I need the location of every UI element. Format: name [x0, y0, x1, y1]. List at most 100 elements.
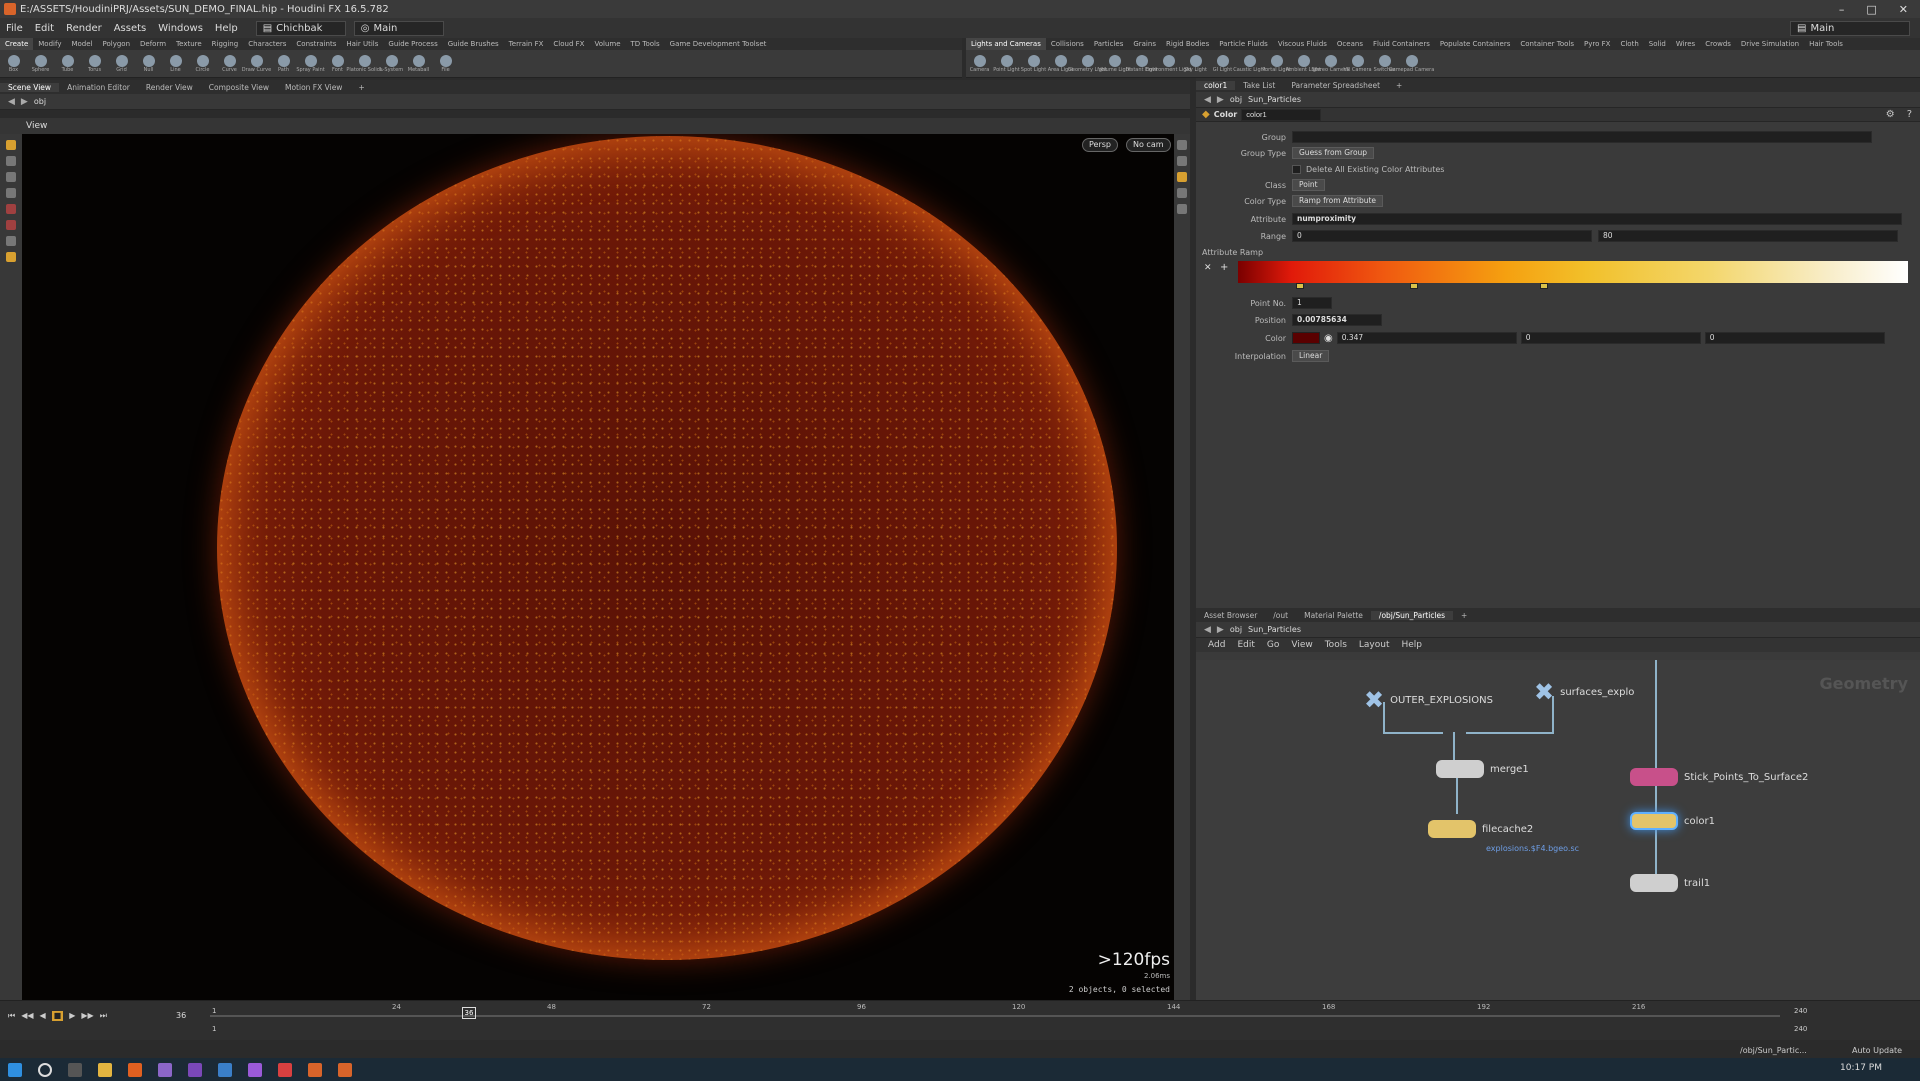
forward-icon[interactable]: ▶: [21, 97, 28, 107]
premiere-icon[interactable]: [248, 1062, 262, 1077]
shelf-right-tool[interactable]: VR Camera: [1343, 50, 1372, 78]
color-r-field[interactable]: 0.347: [1336, 332, 1517, 344]
shelf-left-tool[interactable]: Spray Paint: [296, 50, 325, 78]
jump-end-icon[interactable]: ⏭: [100, 1011, 107, 1021]
tab-take-list[interactable]: Take List: [1235, 81, 1283, 90]
param-forward-icon[interactable]: ▶: [1217, 95, 1224, 105]
photoshop-icon[interactable]: [218, 1062, 232, 1077]
shelf-left-tab[interactable]: Hair Utils: [341, 38, 383, 50]
tab-scene-view[interactable]: Scene View: [0, 82, 60, 92]
tab-color1-params[interactable]: color1: [1196, 80, 1236, 90]
color-picker-icon[interactable]: ◉: [1324, 333, 1333, 344]
shelf-right-tool[interactable]: Volume Light: [1098, 50, 1131, 78]
firefox-icon[interactable]: [128, 1062, 142, 1077]
shelf-right-tab[interactable]: Container Tools: [1515, 38, 1579, 50]
param-path-root[interactable]: obj: [1230, 95, 1242, 104]
shelf-right-tab[interactable]: Particles: [1089, 38, 1129, 50]
range-start-field[interactable]: 1: [212, 1007, 216, 1015]
net-menu-tools[interactable]: Tools: [1325, 640, 1347, 650]
shelf-right-tab[interactable]: Hair Tools: [1804, 38, 1848, 50]
add-tab-icon[interactable]: +: [350, 83, 372, 92]
timeline-playhead[interactable]: 36: [462, 1007, 476, 1019]
shelf-left-tool[interactable]: Curve: [216, 50, 243, 78]
net-menu-view[interactable]: View: [1291, 640, 1312, 650]
net-menu-edit[interactable]: Edit: [1237, 640, 1254, 650]
current-frame-field[interactable]: 36: [176, 1011, 186, 1020]
shelf-right-tab[interactable]: Rigid Bodies: [1161, 38, 1214, 50]
shelf-right-tool[interactable]: GI Light: [1209, 50, 1236, 78]
shelf-left-tool[interactable]: Sphere: [27, 50, 54, 78]
pose-tool-icon[interactable]: [6, 220, 16, 230]
shelf-left-tab[interactable]: Modify: [33, 38, 66, 50]
maximize-icon[interactable]: □: [1866, 3, 1876, 16]
shelf-right-tab[interactable]: Oceans: [1332, 38, 1368, 50]
shelf-left-tool[interactable]: Null: [135, 50, 162, 78]
network-editor-area[interactable]: Geometry ✖ OUTER_EXPLOSIONS ✖ surfaces_e…: [1196, 660, 1920, 1040]
ramp-key-2[interactable]: [1410, 283, 1418, 289]
shelf-right-tool[interactable]: Sky Light: [1182, 50, 1209, 78]
shelf-left-tool[interactable]: L-System: [378, 50, 405, 78]
ramp-key-1[interactable]: [1296, 283, 1304, 289]
shelf-left-tool[interactable]: Tube: [54, 50, 81, 78]
app-icon-2[interactable]: [278, 1062, 292, 1077]
select-tool-icon[interactable]: [6, 140, 16, 150]
shelf-right-tool[interactable]: Gamepad Camera: [1389, 50, 1434, 78]
shelf-left-tab[interactable]: Terrain FX: [504, 38, 549, 50]
range-end2-field[interactable]: 240: [1794, 1025, 1807, 1033]
shelf-right-tab[interactable]: Cloth: [1615, 38, 1643, 50]
shelf-left-tab[interactable]: Texture: [171, 38, 207, 50]
color-type-dropdown[interactable]: Ramp from Attribute: [1292, 195, 1384, 207]
range-max-field[interactable]: 80: [1598, 230, 1898, 242]
menu-edit[interactable]: Edit: [29, 23, 60, 34]
file-explorer-icon[interactable]: [98, 1062, 112, 1077]
shelf-left-tool[interactable]: Metaball: [405, 50, 432, 78]
tab-composite-view[interactable]: Composite View: [201, 83, 277, 92]
shelf-right-tool[interactable]: Camera: [966, 50, 993, 78]
task-view-icon[interactable]: [68, 1062, 82, 1077]
shelf-right-tab[interactable]: Lights and Cameras: [966, 38, 1046, 50]
ramp-add-icon[interactable]: +: [1220, 262, 1228, 273]
shelf-left-tool[interactable]: Circle: [189, 50, 216, 78]
position-field[interactable]: 0.00785634: [1292, 314, 1382, 326]
net-back-icon[interactable]: ◀: [1204, 625, 1211, 635]
houdini-taskbar-icon-2[interactable]: [338, 1062, 352, 1077]
shelf-left-tool[interactable]: Platonic Solids: [346, 50, 383, 78]
shelf-left-tab[interactable]: Create: [0, 38, 34, 50]
shelf-left-tool[interactable]: Path: [270, 50, 297, 78]
menu-windows[interactable]: Windows: [152, 23, 209, 34]
rotate-tool-icon[interactable]: [6, 172, 16, 182]
shelf-left-tab[interactable]: Model: [66, 38, 97, 50]
node-filecache2[interactable]: filecache2: [1428, 820, 1533, 838]
play-reverse-icon[interactable]: ◀: [40, 1011, 46, 1021]
desktop-selector[interactable]: ▤ Chichbak: [255, 20, 346, 36]
node-surfaces-explo[interactable]: ✖ surfaces_explo: [1534, 678, 1634, 706]
houdini-taskbar-icon[interactable]: [308, 1062, 322, 1077]
add-net-tab-icon[interactable]: +: [1453, 611, 1475, 620]
group-field[interactable]: [1292, 131, 1872, 143]
shelf-right-tab[interactable]: Particle Fluids: [1214, 38, 1273, 50]
shelf-right-tab[interactable]: Grains: [1128, 38, 1161, 50]
range-start2-field[interactable]: 1: [212, 1025, 216, 1033]
interpolation-dropdown[interactable]: Linear: [1292, 350, 1330, 362]
ramp-key-3[interactable]: [1540, 283, 1548, 289]
shelf-right-tab[interactable]: Pyro FX: [1579, 38, 1615, 50]
shelf-right-tool[interactable]: Distant Light: [1125, 50, 1158, 78]
shelf-right-tab[interactable]: Wires: [1671, 38, 1700, 50]
shelf-right-tool[interactable]: Point Light: [993, 50, 1020, 78]
tab-sun-particles-network[interactable]: /obj/Sun_Particles: [1370, 610, 1454, 620]
color-g-field[interactable]: 0: [1520, 332, 1701, 344]
main-selector[interactable]: ◎ Main: [353, 20, 444, 36]
shelf-left-tab[interactable]: Rigging: [207, 38, 244, 50]
shelf-left-tool[interactable]: Line: [162, 50, 189, 78]
step-back-icon[interactable]: ◀◀: [21, 1011, 33, 1021]
net-forward-icon[interactable]: ▶: [1217, 625, 1224, 635]
shelf-right-tool[interactable]: Geometry Light: [1068, 50, 1107, 78]
shelf-left-tab[interactable]: Constraints: [291, 38, 341, 50]
persp-button[interactable]: Persp: [1082, 138, 1118, 152]
shelf-right-tool[interactable]: Spot Light: [1020, 50, 1047, 78]
right-desktop-selector[interactable]: ▤ Main: [1790, 20, 1910, 36]
snap-tool-icon[interactable]: [6, 252, 16, 262]
param-back-icon[interactable]: ◀: [1204, 95, 1211, 105]
shelf-right-tool[interactable]: Stereo Camera: [1312, 50, 1349, 78]
start-menu-icon[interactable]: [8, 1062, 22, 1077]
